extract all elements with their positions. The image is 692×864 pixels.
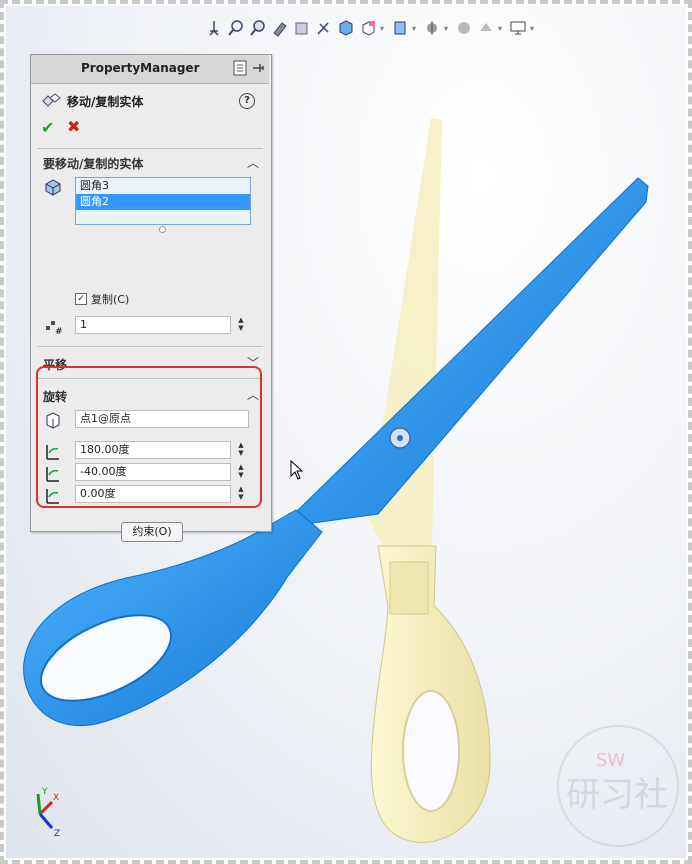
dynamic-annotation-icon[interactable] (314, 17, 334, 39)
divider (37, 148, 263, 149)
apply-scene-icon[interactable] (454, 17, 474, 39)
list-resize-handle[interactable] (159, 226, 166, 233)
rotation-origin-icon (46, 412, 60, 429)
rotate-section-title[interactable]: 旋转 (43, 388, 67, 405)
chevron-up-icon[interactable]: ︿ (247, 154, 259, 171)
copies-spinner-icon[interactable]: ▲ ▼ (235, 316, 247, 334)
constraints-button[interactable]: 约束(O) (121, 522, 183, 542)
rotation-x-input[interactable]: 180.00度 (75, 441, 231, 459)
copy-checkbox-row[interactable]: ✓ 复制(C) (75, 291, 129, 307)
display-style-caret-icon[interactable]: ▾ (380, 24, 388, 33)
svg-text:SW: SW (596, 750, 625, 771)
chevron-up-icon[interactable]: ︿ (247, 386, 259, 403)
hide-show-items-icon[interactable] (390, 17, 410, 39)
view-settings-caret-icon[interactable]: ▾ (498, 24, 506, 33)
copies-input[interactable]: 1 (75, 316, 231, 334)
display-caret-icon[interactable]: ▾ (530, 24, 538, 33)
property-manager-tab: PropertyManager (31, 55, 269, 84)
list-item-selected[interactable]: 圆角2 (76, 194, 250, 210)
rotate-x-icon (46, 445, 59, 460)
display-style-icon[interactable] (358, 17, 378, 39)
copy-checkbox[interactable]: ✓ (75, 293, 87, 305)
rotation-y-input[interactable]: -40.00度 (75, 463, 231, 481)
bodies-section-title[interactable]: 要移动/复制的实体 (43, 155, 143, 172)
divider (37, 346, 263, 347)
rotation-point-input[interactable]: 点1@原点 (75, 410, 249, 428)
display-icon[interactable] (508, 17, 528, 39)
mouse-cursor-icon (290, 460, 304, 480)
property-manager-title: PropertyManager (81, 61, 200, 75)
zoom-to-fit-icon[interactable] (226, 17, 246, 39)
yellow-handle-hole (402, 690, 460, 812)
rotation-y-spinner-icon[interactable]: ▲ ▼ (235, 463, 247, 481)
list-item[interactable]: 圆角3 (76, 178, 250, 194)
zoom-to-area-icon[interactable] (248, 17, 268, 39)
watermark-seal: SW 研习社 (557, 725, 679, 847)
property-manager-panel: PropertyManager 移动/复制实体 ? ✔ ✖ 要移动/复制的实体 … (30, 54, 272, 542)
ok-check-icon[interactable]: ✔ (41, 118, 54, 137)
rotate-z-icon (46, 489, 59, 504)
help-icon[interactable]: ? (239, 93, 255, 109)
copy-checkbox-label[interactable]: 复制(C) (91, 291, 129, 307)
triad-y-label: Y (41, 787, 48, 797)
hide-show-caret-icon[interactable]: ▾ (412, 24, 420, 33)
svg-text:#: # (55, 327, 63, 335)
coordinate-triad-icon: X Y Z (36, 787, 60, 838)
rotation-z-input[interactable]: 0.00度 (75, 485, 231, 503)
solid-body-icon (45, 179, 61, 196)
triad-z-label: Z (54, 829, 60, 838)
standard-views-icon[interactable] (204, 17, 224, 39)
rotation-z-spinner-icon[interactable]: ▲ ▼ (235, 485, 247, 503)
bodies-selection-list[interactable]: 圆角3 圆角2 (75, 177, 251, 225)
svg-text:研习社: 研习社 (566, 775, 668, 815)
move-copy-body-icon (42, 93, 61, 107)
view-orientation-icon[interactable] (336, 17, 356, 39)
pin-icon[interactable] (251, 60, 265, 76)
heads-up-view-toolbar: ▾ ▾ ▾ ▾ ▾ (204, 14, 538, 42)
rotate-y-icon (46, 467, 59, 482)
command-title-row: 移动/复制实体 (41, 92, 143, 110)
command-title: 移动/复制实体 (67, 94, 144, 109)
edit-appearance-icon[interactable] (422, 17, 442, 39)
rotation-x-spinner-icon[interactable]: ▲ ▼ (235, 441, 247, 459)
triad-x-label: X (53, 793, 59, 803)
collapse-icon[interactable] (233, 60, 247, 76)
number-of-copies-icon: # (46, 321, 63, 335)
cancel-x-icon[interactable]: ✖ (67, 117, 80, 136)
edit-appearance-caret-icon[interactable]: ▾ (444, 24, 452, 33)
view-settings-icon[interactable] (476, 17, 496, 39)
previous-view-icon[interactable] (270, 17, 290, 39)
graphics-area[interactable]: SW 研习社 ▾ ▾ ▾ ▾ ▾ PropertyManager 移动/复制实体… (6, 6, 686, 858)
blue-blade (295, 177, 649, 525)
section-view-icon[interactable] (292, 17, 312, 39)
